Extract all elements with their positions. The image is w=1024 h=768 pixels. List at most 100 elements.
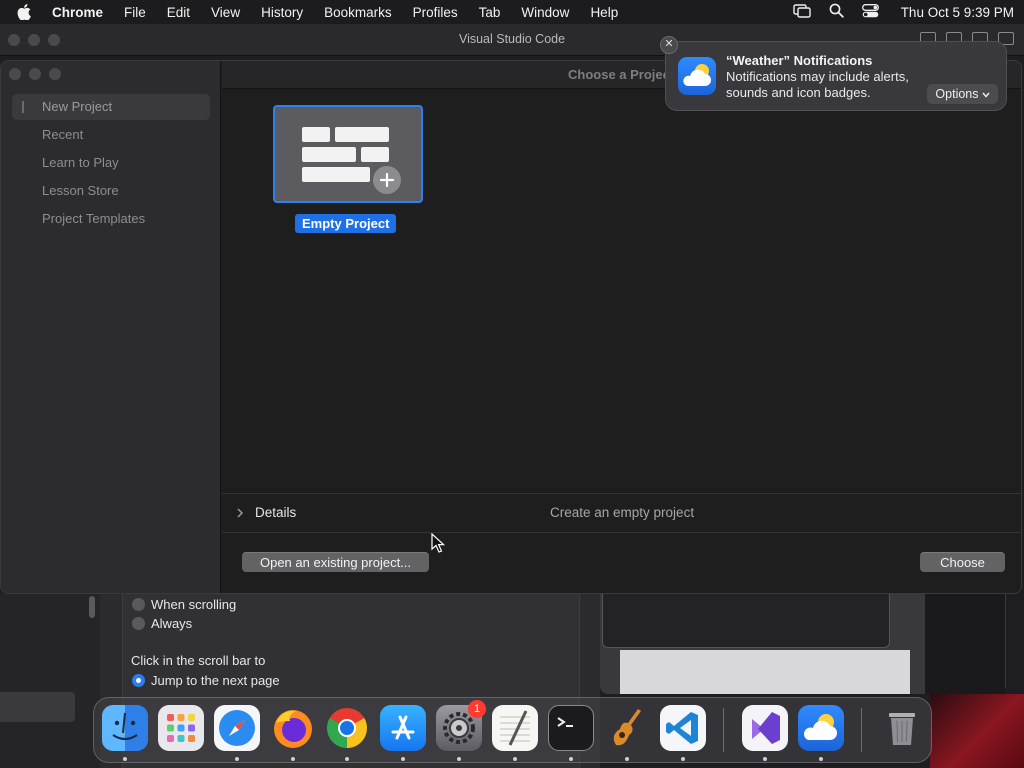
radio-button-selected[interactable] xyxy=(132,674,145,687)
launchpad-icon[interactable] xyxy=(158,705,204,751)
sidebar-item-label: Recent xyxy=(42,127,84,142)
radio-when-scrolling[interactable]: When scrolling xyxy=(132,597,236,612)
zoom-window-icon[interactable] xyxy=(49,68,61,80)
radio-button[interactable] xyxy=(132,617,145,630)
selection-marker xyxy=(22,101,24,113)
running-indicator xyxy=(569,757,573,761)
dialog-window-controls xyxy=(9,68,61,80)
textedit-icon[interactable] xyxy=(492,705,538,751)
sidebar-item-new-project[interactable]: New Project xyxy=(12,94,210,120)
apple-menu-icon[interactable] xyxy=(14,4,34,20)
background-sidebar-selection[interactable] xyxy=(0,692,75,722)
menu-history[interactable]: History xyxy=(261,5,303,20)
dialog-sidebar: New Project Recent Learn to Play Lesson … xyxy=(1,61,221,593)
weather-notification[interactable]: ✕ “Weather” Notifications Notifications … xyxy=(660,36,1007,111)
add-plus-icon xyxy=(371,164,403,196)
radio-label: Jump to the next page xyxy=(151,673,280,688)
template-block xyxy=(361,147,389,162)
firefox-icon[interactable] xyxy=(270,705,316,751)
choose-project-dialog: New Project Recent Learn to Play Lesson … xyxy=(0,60,1022,594)
sidebar-item-learn-to-play[interactable]: Learn to Play xyxy=(12,150,210,176)
radio-jump-next-page[interactable]: Jump to the next page xyxy=(132,673,280,688)
app-store-icon[interactable] xyxy=(380,705,426,751)
running-indicator xyxy=(345,757,349,761)
background-window xyxy=(600,594,1006,694)
menu-bookmarks[interactable]: Bookmarks xyxy=(324,5,392,20)
template-block xyxy=(302,167,370,182)
weather-icon[interactable] xyxy=(798,705,844,751)
background-window-sheet xyxy=(602,594,890,648)
chrome-icon[interactable] xyxy=(324,705,370,751)
sidebar-item-label: Learn to Play xyxy=(42,155,119,170)
running-indicator xyxy=(235,757,239,761)
visual-studio-icon[interactable] xyxy=(742,705,788,751)
notification-options-button[interactable]: Options xyxy=(927,84,998,104)
desktop-wallpaper xyxy=(930,694,1024,768)
template-block xyxy=(335,127,389,142)
dialog-title: Choose a Project xyxy=(568,67,675,82)
dock-separator xyxy=(723,708,724,752)
notification-title: “Weather” Notifications xyxy=(726,53,873,68)
menu-edit[interactable]: Edit xyxy=(167,5,190,20)
sidebar-item-project-templates[interactable]: Project Templates xyxy=(12,206,210,232)
safari-icon[interactable] xyxy=(214,705,260,751)
menu-window[interactable]: Window xyxy=(521,5,569,20)
weather-app-icon xyxy=(678,57,716,95)
dock: 1 xyxy=(93,697,932,763)
menu-bar-status: Thu Oct 5 9:39 PM xyxy=(792,3,1014,21)
garageband-icon[interactable] xyxy=(604,705,650,751)
menu-help[interactable]: Help xyxy=(590,5,618,20)
background-sidebar xyxy=(0,594,100,768)
template-block xyxy=(302,127,330,142)
template-block xyxy=(302,147,356,162)
sidebar-item-recent[interactable]: Recent xyxy=(12,122,210,148)
control-center-icon[interactable] xyxy=(861,3,879,21)
menu-file[interactable]: File xyxy=(124,5,146,20)
running-indicator xyxy=(123,757,127,761)
spotlight-search-icon[interactable] xyxy=(829,3,844,21)
radio-always[interactable]: Always xyxy=(132,616,192,631)
chevron-down-icon xyxy=(982,87,990,101)
choose-button[interactable]: Choose xyxy=(920,552,1005,572)
system-settings-icon[interactable]: 1 xyxy=(436,700,486,751)
running-indicator xyxy=(291,757,295,761)
mouse-pointer-icon xyxy=(431,532,446,556)
sidebar-item-lesson-store[interactable]: Lesson Store xyxy=(12,178,210,204)
terminal-icon[interactable] xyxy=(548,705,594,751)
menu-clock[interactable]: Thu Oct 5 9:39 PM xyxy=(901,5,1014,20)
menu-tab[interactable]: Tab xyxy=(479,5,501,20)
dock-separator xyxy=(861,708,862,752)
close-window-icon[interactable] xyxy=(9,68,21,80)
background-scrollbar[interactable] xyxy=(89,596,95,618)
running-indicator xyxy=(513,757,517,761)
background-window-content xyxy=(620,650,910,694)
open-existing-project-button[interactable]: Open an existing project... xyxy=(242,552,429,572)
details-label[interactable]: Details xyxy=(255,505,296,520)
scrollbar-click-heading: Click in the scroll bar to xyxy=(131,653,266,668)
details-description: Create an empty project xyxy=(550,505,695,520)
radio-label: Always xyxy=(151,616,193,631)
notification-body: Notifications may include alerts, sounds… xyxy=(726,69,909,100)
running-indicator xyxy=(457,757,461,761)
screen-mirroring-icon[interactable] xyxy=(792,3,811,21)
menu-view[interactable]: View xyxy=(211,5,240,20)
menu-profiles[interactable]: Profiles xyxy=(413,5,458,20)
running-indicator xyxy=(401,757,405,761)
menu-bar: Chrome File Edit View History Bookmarks … xyxy=(0,0,1024,24)
vscode-icon[interactable] xyxy=(660,705,706,751)
finder-icon[interactable] xyxy=(102,705,148,751)
close-icon[interactable]: ✕ xyxy=(660,36,678,54)
minimize-window-icon[interactable] xyxy=(29,68,41,80)
background-window-edge xyxy=(925,594,1005,694)
sidebar-item-label: Lesson Store xyxy=(42,183,119,198)
notification-badge: 1 xyxy=(468,700,486,718)
details-disclosure[interactable]: Details Create an empty project xyxy=(222,493,1021,533)
menu-app-name[interactable]: Chrome xyxy=(52,5,103,20)
running-indicator xyxy=(625,757,629,761)
radio-button[interactable] xyxy=(132,598,145,611)
trash-icon[interactable] xyxy=(879,705,925,751)
chevron-right-icon[interactable] xyxy=(236,506,244,521)
empty-project-label[interactable]: Empty Project xyxy=(295,214,397,233)
empty-project-template[interactable] xyxy=(273,105,423,203)
running-indicator xyxy=(763,757,767,761)
